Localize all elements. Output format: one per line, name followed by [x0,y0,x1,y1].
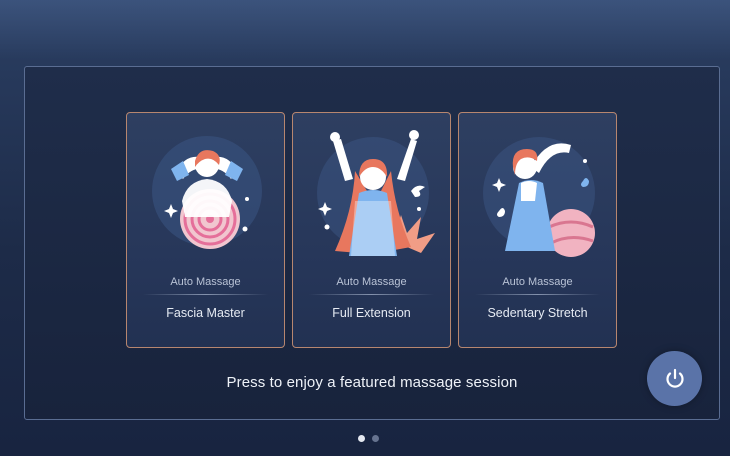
fascia-master-illustration [152,136,262,249]
sedentary-stretch-illustration [483,137,595,257]
divider [309,294,434,295]
featured-sessions-panel: Auto Massage Fascia Master Auto Massage … [24,66,720,420]
page-indicator [358,435,379,442]
divider [143,294,268,295]
page-dot-1-active[interactable] [358,435,365,442]
session-card-sedentary-stretch[interactable]: Auto Massage Sedentary Stretch [458,112,617,348]
full-extension-illustration [317,130,435,256]
session-kicker: Auto Massage [170,276,241,288]
session-card-full-extension[interactable]: Auto Massage Full Extension [292,112,451,348]
session-card-fascia-master[interactable]: Auto Massage Fascia Master [126,112,285,348]
session-kicker: Auto Massage [502,276,573,288]
power-button[interactable] [647,351,702,406]
session-title: Full Extension [332,306,411,320]
session-kicker: Auto Massage [336,276,407,288]
page-dot-2[interactable] [372,435,379,442]
top-glow [0,0,730,60]
power-icon [665,368,684,388]
featured-prompt: Press to enjoy a featured massage sessio… [226,374,518,391]
session-title: Sedentary Stretch [487,306,588,320]
session-title: Fascia Master [166,306,245,320]
divider [475,294,600,295]
